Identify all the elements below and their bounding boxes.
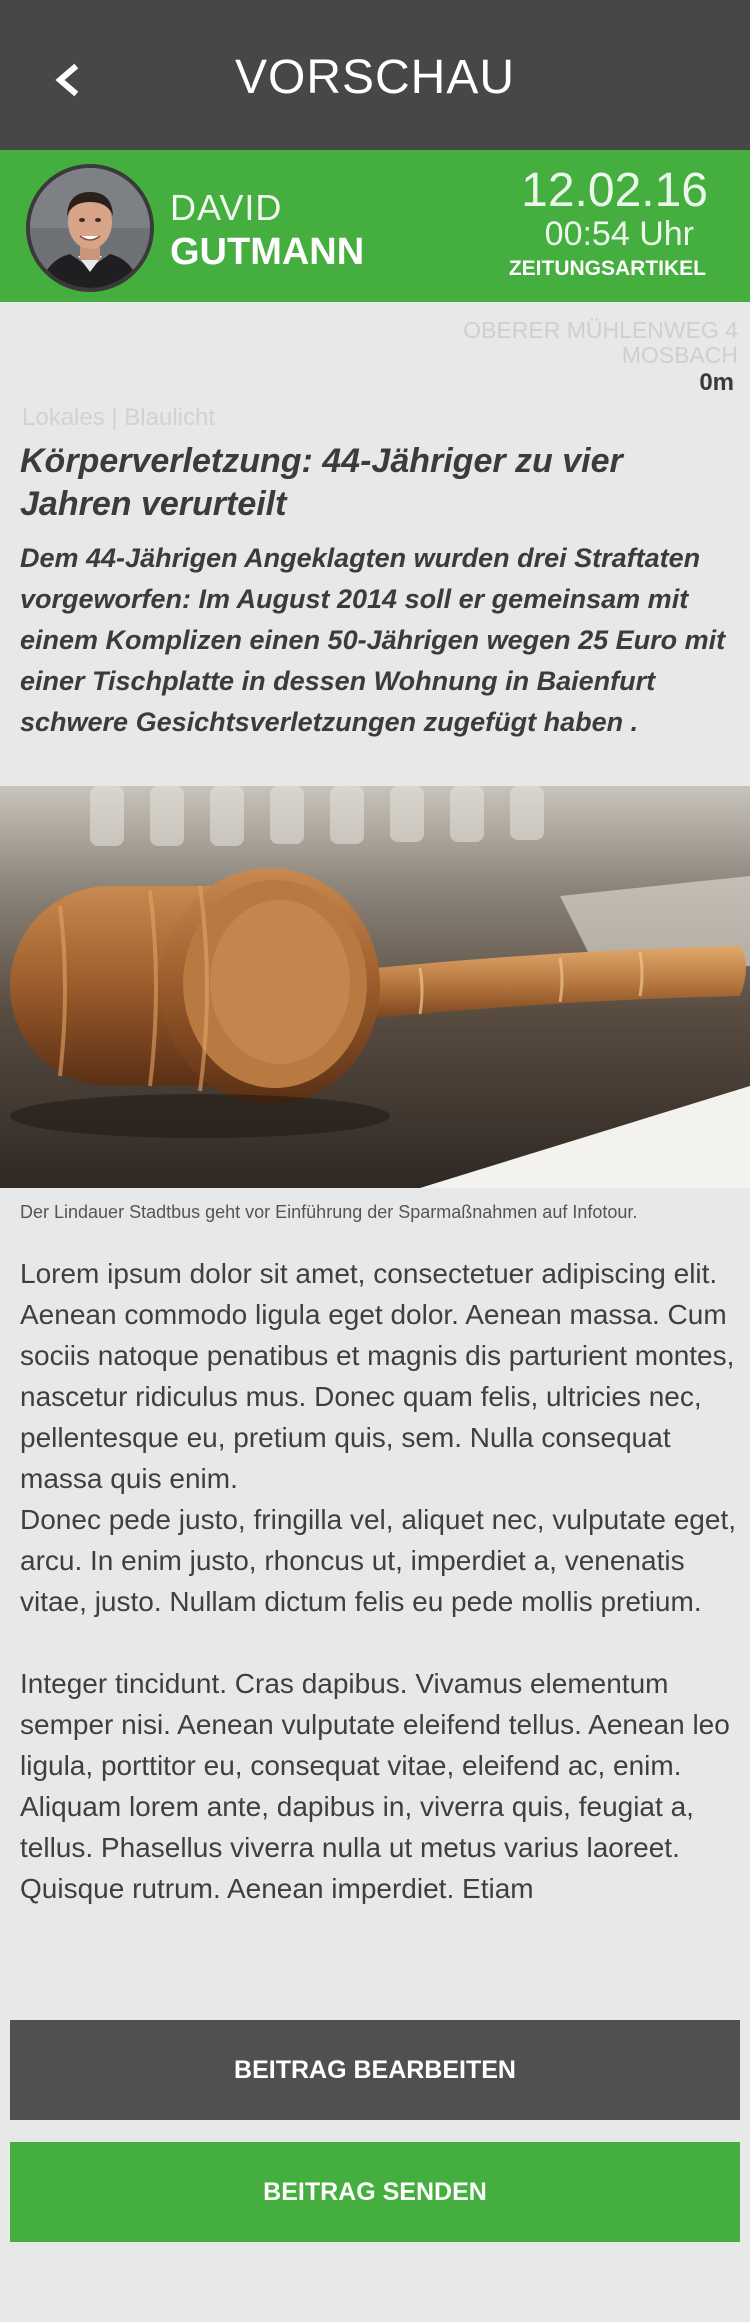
article-body: Lorem ipsum dolor sit amet, consectetuer… xyxy=(20,1253,748,1909)
page-title: VORSCHAU xyxy=(234,51,516,104)
author-first-name: DAVID xyxy=(170,187,283,228)
avatar[interactable] xyxy=(26,164,154,292)
back-button[interactable] xyxy=(48,50,88,110)
post-type-label: ZEITUNGSARTIKEL xyxy=(508,257,706,280)
post-date: 12.02.16 xyxy=(521,164,708,217)
location-address: OBERER MÜHLENWEG 4 MOSBACH xyxy=(463,318,738,368)
location-city: MOSBACH xyxy=(621,342,738,368)
article-category: Lokales | Blaulicht xyxy=(22,404,216,431)
author-photo xyxy=(30,168,150,288)
send-post-button[interactable]: BEITRAG SENDEN xyxy=(10,2142,740,2242)
post-time: 00:54 Uhr xyxy=(544,215,694,253)
body-paragraph: Lorem ipsum dolor sit amet, consectetuer… xyxy=(20,1258,735,1494)
top-bar: VORSCHAU xyxy=(0,0,750,150)
location-distance: 0m xyxy=(699,369,734,396)
author-bar: DAVID GUTMANN 12.02.16 00:54 Uhr ZEITUNG… xyxy=(0,150,750,302)
gavel-photo xyxy=(0,786,750,1188)
author-last-name: GUTMANN xyxy=(170,231,365,273)
location-street: OBERER MÜHLENWEG 4 xyxy=(463,317,738,343)
article-lead: Dem 44-Jährigen Angeklagten wurden drei … xyxy=(20,543,726,737)
article-image xyxy=(0,786,750,1188)
article-headline: Körperverletzung: 44-Jähriger zu vier Ja… xyxy=(20,442,623,523)
edit-post-button[interactable]: BEITRAG BEARBEITEN xyxy=(10,2020,740,2120)
image-caption: Der Lindauer Stadtbus geht vor Einführun… xyxy=(20,1202,638,1222)
body-paragraph: Integer tincidunt. Cras dapibus. Vivamus… xyxy=(20,1668,730,1904)
chevron-left-icon xyxy=(55,63,79,97)
body-paragraph: Donec pede justo, fringilla vel, aliquet… xyxy=(20,1504,737,1617)
